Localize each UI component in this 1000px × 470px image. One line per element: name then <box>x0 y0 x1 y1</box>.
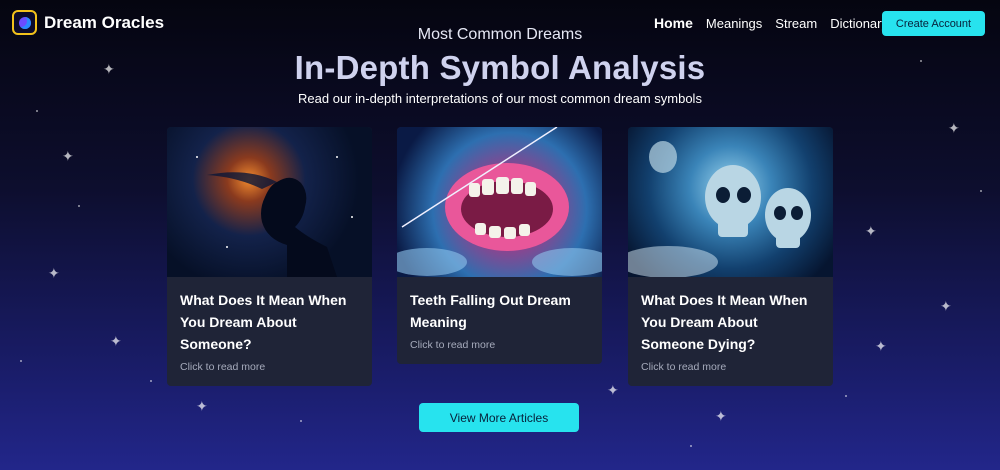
article-title[interactable]: What Does It Mean When You Dream About S… <box>641 289 820 355</box>
article-card-dream-someone-dying[interactable]: What Does It Mean When You Dream About S… <box>628 127 833 386</box>
article-title[interactable]: What Does It Mean When You Dream About S… <box>180 289 359 355</box>
article-card-teeth-falling-out[interactable]: Teeth Falling Out Dream Meaning Click to… <box>397 127 602 364</box>
skulls-icon <box>628 141 811 277</box>
read-more-link[interactable]: Click to read more <box>410 339 589 351</box>
article-image-woman-nebula <box>167 127 372 277</box>
article-image-teeth-clouds <box>397 127 602 277</box>
view-more-articles-button[interactable]: View More Articles <box>419 403 579 432</box>
article-title[interactable]: Teeth Falling Out Dream Meaning <box>410 289 589 333</box>
teeth-mouth-icon <box>397 127 602 276</box>
page-title: In-Depth Symbol Analysis <box>294 49 706 86</box>
read-more-link[interactable]: Click to read more <box>180 361 359 373</box>
article-card-dream-about-someone[interactable]: What Does It Mean When You Dream About S… <box>167 127 372 386</box>
article-image-skulls-clouds <box>628 127 833 277</box>
page-subtitle: Read our in-depth interpretations of our… <box>298 91 702 106</box>
section-eyebrow: Most Common Dreams <box>417 26 583 43</box>
woman-silhouette-icon <box>196 156 353 277</box>
read-more-link[interactable]: Click to read more <box>641 361 820 373</box>
